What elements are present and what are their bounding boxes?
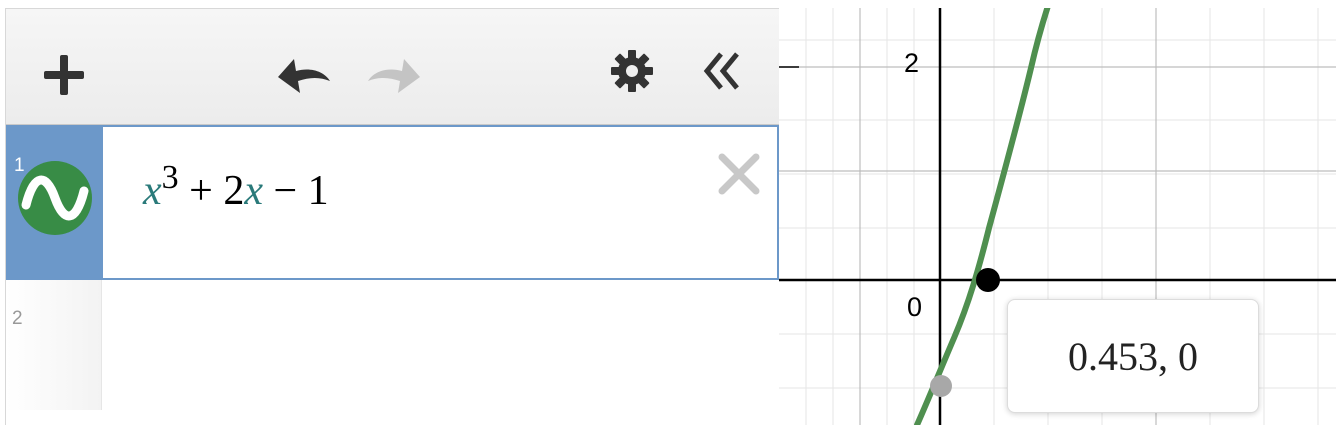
undo-arrow-icon <box>278 59 330 93</box>
expression-row-1[interactable]: 1 x3 + 2x − 1 <box>6 125 779 280</box>
settings-button[interactable] <box>606 45 658 97</box>
expression-tail: − 1 <box>263 168 329 214</box>
y-intercept-point[interactable] <box>930 375 952 397</box>
graph-visibility-toggle[interactable] <box>18 161 92 235</box>
plus-icon <box>44 55 84 95</box>
delete-expression-button[interactable] <box>714 149 764 199</box>
redo-button[interactable] <box>364 49 424 97</box>
expression-tab-2: 2 <box>6 280 102 410</box>
expression-toolbar <box>6 9 779 125</box>
expression-middle: + 2 <box>178 168 245 214</box>
redo-arrow-icon <box>368 59 420 93</box>
wave-graph-icon <box>21 175 89 221</box>
expression-row-2[interactable]: 2 <box>6 280 779 425</box>
point-coordinates-tooltip: 0.453, 0 <box>1007 299 1259 413</box>
expression-variable: x <box>244 168 263 214</box>
gear-icon <box>611 50 653 92</box>
origin-label: 0 <box>907 292 923 322</box>
expression-variable: x <box>143 168 162 214</box>
graph-canvas[interactable]: 2 0 0.453, 0 <box>779 8 1336 425</box>
expression-panel: 1 x3 + 2x − 1 2 <box>5 8 779 425</box>
close-icon <box>718 153 760 195</box>
expression-input[interactable]: x3 + 2x − 1 <box>143 159 329 247</box>
expression-exponent: 3 <box>161 159 179 196</box>
collapse-panel-button[interactable] <box>696 45 748 97</box>
double-chevron-left-icon <box>703 52 739 90</box>
undo-button[interactable] <box>274 49 334 97</box>
y-tick-label-2: 2 <box>904 48 920 78</box>
add-expression-button[interactable] <box>38 49 90 101</box>
expression-tab-1: 1 <box>8 127 103 278</box>
expression-index-2: 2 <box>12 308 23 329</box>
root-point[interactable] <box>976 268 1000 292</box>
